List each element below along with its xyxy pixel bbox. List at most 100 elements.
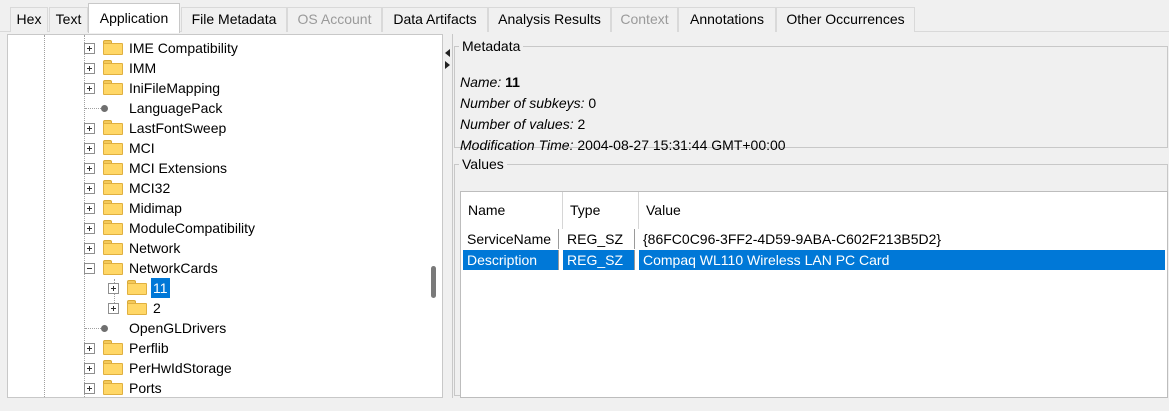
pane-splitter[interactable] <box>443 34 453 398</box>
tree-item[interactable]: LastFontSweep <box>8 118 428 138</box>
tree-item-label: LastFontSweep <box>129 120 227 136</box>
meta-name-value: 11 <box>505 74 520 90</box>
folder-icon <box>103 40 123 55</box>
folder-icon <box>103 140 123 155</box>
expand-plus-icon[interactable] <box>84 183 95 194</box>
tree-item-label: Network <box>129 240 181 256</box>
expand-plus-icon[interactable] <box>84 163 95 174</box>
expand-plus-icon[interactable] <box>84 43 95 54</box>
collapse-left-icon[interactable] <box>445 49 450 57</box>
tree-item-label: NetworkCards <box>129 260 218 276</box>
tree-item-label: Perflib <box>129 340 169 356</box>
values-table[interactable]: Name Type Value ServiceName REG_SZ {86FC… <box>460 191 1168 398</box>
expand-plus-icon[interactable] <box>84 243 95 254</box>
tree-item-label: PerHwIdStorage <box>129 360 232 376</box>
metadata-group: Metadata Name: 11 Number of subkeys: 0 N… <box>454 38 1168 153</box>
tab-annotations[interactable]: Annotations <box>678 7 776 32</box>
tab-hex[interactable]: Hex <box>10 7 48 32</box>
viewer-tab-bar: Hex Text Application File Metadata OS Ac… <box>0 0 1169 34</box>
tab-file-metadata[interactable]: File Metadata <box>181 7 287 32</box>
tree-item[interactable]: MCI Extensions <box>8 158 428 178</box>
tree-item-label: IMM <box>129 60 157 76</box>
expand-plus-icon[interactable] <box>84 383 95 394</box>
folder-icon <box>103 380 123 395</box>
tree-item[interactable]: ModuleCompatibility <box>8 218 428 238</box>
tree-item[interactable]: Perflib <box>8 338 428 358</box>
tree-scrollbar-thumb[interactable] <box>431 266 436 298</box>
cell-name: Description <box>463 250 559 270</box>
expand-plus-icon[interactable] <box>108 283 119 294</box>
tab-os-account[interactable]: OS Account <box>287 7 382 32</box>
column-header-value[interactable]: Value <box>639 192 1169 229</box>
tree-item[interactable]: Midimap <box>8 198 428 218</box>
tree-item-label: 11 <box>151 278 170 298</box>
tree-item[interactable]: MCI <box>8 138 428 158</box>
cell-value: {86FC0C96-3FF2-4D59-9ABA-C602F213B5D2} <box>643 231 942 247</box>
tree-item-label: OpenGLDrivers <box>129 320 227 336</box>
tree-item[interactable]: 2 <box>8 298 428 318</box>
tree-item[interactable]: Ports <box>8 378 428 397</box>
tab-analysis-results[interactable]: Analysis Results <box>488 7 611 32</box>
values-legend: Values <box>462 156 504 172</box>
expand-plus-icon[interactable] <box>108 303 119 314</box>
cell-type: REG_SZ <box>563 250 635 270</box>
tree-item[interactable]: Network <box>8 238 428 258</box>
folder-icon <box>103 120 123 135</box>
tree-item-label: ModuleCompatibility <box>129 220 256 236</box>
tab-application[interactable]: Application <box>88 3 180 33</box>
tree-item[interactable]: PerHwIdStorage <box>8 358 428 378</box>
tree-item[interactable]: LanguagePack <box>8 98 428 118</box>
meta-subkeys-line: Number of subkeys: 0 <box>460 95 596 111</box>
folder-icon <box>103 360 123 375</box>
folder-icon <box>103 220 123 235</box>
registry-value-icon <box>101 105 108 112</box>
expand-plus-icon[interactable] <box>84 123 95 134</box>
tab-data-artifacts[interactable]: Data Artifacts <box>382 7 488 32</box>
expand-plus-icon[interactable] <box>84 63 95 74</box>
expand-plus-icon[interactable] <box>84 143 95 154</box>
tree-item[interactable]: IME Compatibility <box>8 38 428 58</box>
column-header-type[interactable]: Type <box>563 192 639 229</box>
tree-item[interactable]: NetworkCards <box>8 258 428 278</box>
tab-context[interactable]: Context <box>611 7 678 32</box>
meta-name-label: Name: <box>460 74 502 90</box>
tree-item[interactable]: IniFileMapping <box>8 78 428 98</box>
tree-item-label: MCI Extensions <box>129 160 228 176</box>
tree-item[interactable]: MCI32 <box>8 178 428 198</box>
meta-values-line: Number of values: 2 <box>460 116 585 132</box>
folder-icon <box>127 280 147 295</box>
expand-plus-icon[interactable] <box>84 83 95 94</box>
folder-icon <box>127 300 147 315</box>
bottom-strip <box>0 398 1169 411</box>
cell-value: Compaq WL110 Wireless LAN PC Card <box>639 250 1165 270</box>
expand-right-icon[interactable] <box>445 61 450 69</box>
registry-tree[interactable]: IME Compatibility IMM IniFileMapping Langua… <box>7 34 443 398</box>
tab-text[interactable]: Text <box>49 7 88 32</box>
tree-item[interactable]: 11 <box>8 278 428 298</box>
cell-type: REG_SZ <box>563 229 635 249</box>
folder-icon <box>103 240 123 255</box>
folder-icon <box>103 160 123 175</box>
meta-values-label: Number of values: <box>460 116 574 132</box>
expand-plus-icon[interactable] <box>84 363 95 374</box>
tree-item[interactable]: IMM <box>8 58 428 78</box>
values-group: Values Name Type Value ServiceName REG_S… <box>454 156 1168 398</box>
meta-subkeys-value: 0 <box>588 95 597 111</box>
expand-plus-icon[interactable] <box>84 343 95 354</box>
tree-item-label: MCI32 <box>129 180 171 196</box>
expand-plus-icon[interactable] <box>84 203 95 214</box>
tab-other-occurrences[interactable]: Other Occurrences <box>776 7 915 32</box>
tree-item-label: Ports <box>129 380 162 396</box>
expand-plus-icon[interactable] <box>84 223 95 234</box>
meta-modtime-value: 2004-08-27 15:31:44 GMT+00:00 <box>577 137 786 153</box>
folder-icon <box>103 340 123 355</box>
collapse-minus-icon[interactable] <box>84 263 95 274</box>
folder-icon <box>103 180 123 195</box>
meta-modtime-line: Modification Time: 2004-08-27 15:31:44 G… <box>460 137 786 153</box>
tree-item[interactable]: OpenGLDrivers <box>8 318 428 338</box>
tree-item-label: LanguagePack <box>129 100 223 116</box>
meta-modtime-label: Modification Time: <box>460 137 574 153</box>
tree-item-label: MCI <box>129 140 155 156</box>
meta-name-line: Name: 11 <box>460 74 520 90</box>
column-header-name[interactable]: Name <box>461 192 563 229</box>
